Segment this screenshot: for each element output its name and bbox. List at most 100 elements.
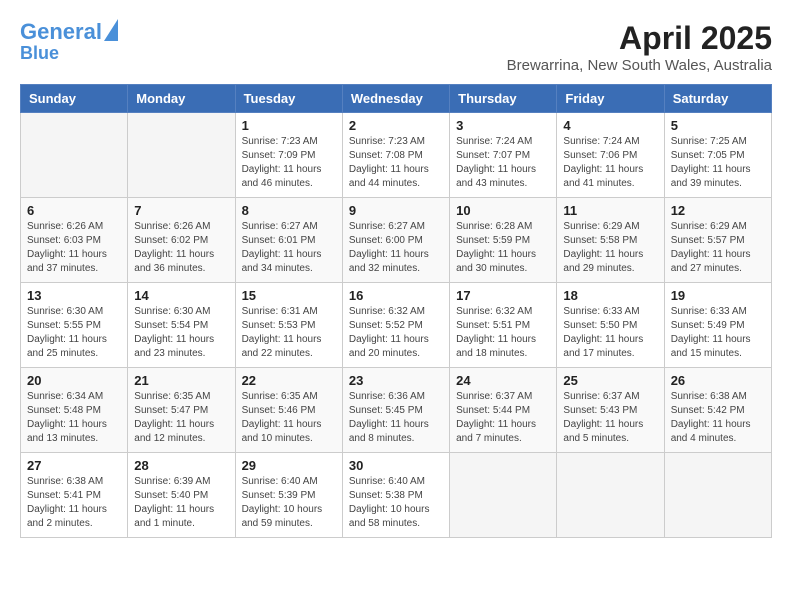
day-number: 29 <box>242 458 336 473</box>
col-friday: Friday <box>557 85 664 113</box>
day-info: Sunrise: 6:27 AM Sunset: 6:00 PM Dayligh… <box>349 220 443 276</box>
day-info: Sunrise: 6:30 AM Sunset: 5:54 PM Dayligh… <box>134 305 228 361</box>
day-info: Sunrise: 6:37 AM Sunset: 5:44 PM Dayligh… <box>456 390 550 446</box>
day-info: Sunrise: 7:23 AM Sunset: 7:08 PM Dayligh… <box>349 135 443 191</box>
day-number: 19 <box>671 288 765 303</box>
calendar-cell-w3-d4: 17Sunrise: 6:32 AM Sunset: 5:51 PM Dayli… <box>450 283 557 368</box>
calendar-cell-w1-d2: 1 Sunrise: 7:23 AM Sunset: 7:09 PM Daylig… <box>235 113 342 198</box>
day-info: Sunrise: 6:40 AM Sunset: 5:39 PM Dayligh… <box>242 475 336 531</box>
logo-general: General <box>20 19 102 44</box>
col-tuesday: Tuesday <box>235 85 342 113</box>
day-number: 1 <box>242 118 336 133</box>
calendar-cell-w5-d3: 30Sunrise: 6:40 AM Sunset: 5:38 PM Dayli… <box>342 453 449 538</box>
title-block: April 2025 Brewarrina, New South Wales, … <box>507 20 772 74</box>
week-row-2: 6 Sunrise: 6:26 AM Sunset: 6:03 PM Daylig… <box>21 198 772 283</box>
logo-text: General <box>20 20 102 44</box>
day-info: Sunrise: 6:37 AM Sunset: 5:43 PM Dayligh… <box>563 390 657 446</box>
day-info: Sunrise: 6:33 AM Sunset: 5:50 PM Dayligh… <box>563 305 657 361</box>
week-row-1: 1 Sunrise: 7:23 AM Sunset: 7:09 PM Daylig… <box>21 113 772 198</box>
calendar-cell-w4-d4: 24 Sunrise: 6:37 AM Sunset: 5:44 PM Dayli… <box>450 368 557 453</box>
day-info: Sunrise: 6:35 AM Sunset: 5:47 PM Dayligh… <box>134 390 228 446</box>
calendar-cell-w3-d3: 16 Sunrise: 6:32 AM Sunset: 5:52 PM Dayli… <box>342 283 449 368</box>
col-wednesday: Wednesday <box>342 85 449 113</box>
day-number: 25 <box>563 373 657 388</box>
calendar-cell-w2-d2: 8Sunrise: 6:27 AM Sunset: 6:01 PM Daylig… <box>235 198 342 283</box>
day-info: Sunrise: 6:32 AM Sunset: 5:51 PM Dayligh… <box>456 305 550 361</box>
logo-icon <box>104 19 118 41</box>
day-number: 16 <box>349 288 443 303</box>
day-info: Sunrise: 6:39 AM Sunset: 5:40 PM Dayligh… <box>134 475 228 531</box>
day-number: 28 <box>134 458 228 473</box>
day-info: Sunrise: 6:33 AM Sunset: 5:49 PM Dayligh… <box>671 305 765 361</box>
logo: General Blue <box>20 20 118 64</box>
day-number: 6 <box>27 203 121 218</box>
day-info: Sunrise: 6:31 AM Sunset: 5:53 PM Dayligh… <box>242 305 336 361</box>
day-info: Sunrise: 6:38 AM Sunset: 5:42 PM Dayligh… <box>671 390 765 446</box>
calendar-cell-w4-d6: 26Sunrise: 6:38 AM Sunset: 5:42 PM Dayli… <box>664 368 771 453</box>
day-info: Sunrise: 6:34 AM Sunset: 5:48 PM Dayligh… <box>27 390 121 446</box>
calendar-cell-w4-d5: 25 Sunrise: 6:37 AM Sunset: 5:43 PM Dayli… <box>557 368 664 453</box>
day-info: Sunrise: 6:40 AM Sunset: 5:38 PM Dayligh… <box>349 475 443 531</box>
day-number: 13 <box>27 288 121 303</box>
calendar-cell-w1-d0 <box>21 113 128 198</box>
day-number: 18 <box>563 288 657 303</box>
calendar-cell-w4-d0: 20Sunrise: 6:34 AM Sunset: 5:48 PM Dayli… <box>21 368 128 453</box>
day-info: Sunrise: 7:25 AM Sunset: 7:05 PM Dayligh… <box>671 135 765 191</box>
week-row-5: 27 Sunrise: 6:38 AM Sunset: 5:41 PM Dayli… <box>21 453 772 538</box>
day-number: 10 <box>456 203 550 218</box>
calendar-cell-w2-d6: 12 Sunrise: 6:29 AM Sunset: 5:57 PM Dayli… <box>664 198 771 283</box>
col-sunday: Sunday <box>21 85 128 113</box>
calendar-cell-w2-d0: 6 Sunrise: 6:26 AM Sunset: 6:03 PM Daylig… <box>21 198 128 283</box>
day-number: 8 <box>242 203 336 218</box>
page-header: General Blue April 2025 Brewarrina, New … <box>20 20 772 74</box>
day-number: 11 <box>563 203 657 218</box>
calendar-cell-w3-d6: 19 Sunrise: 6:33 AM Sunset: 5:49 PM Dayli… <box>664 283 771 368</box>
calendar-header-row: Sunday Monday Tuesday Wednesday Thursday… <box>21 85 772 113</box>
calendar-cell-w2-d4: 10 Sunrise: 6:28 AM Sunset: 5:59 PM Dayli… <box>450 198 557 283</box>
day-info: Sunrise: 6:38 AM Sunset: 5:41 PM Dayligh… <box>27 475 121 531</box>
calendar-cell-w1-d1 <box>128 113 235 198</box>
day-info: Sunrise: 6:29 AM Sunset: 5:58 PM Dayligh… <box>563 220 657 276</box>
calendar-cell-w2-d5: 11 Sunrise: 6:29 AM Sunset: 5:58 PM Dayli… <box>557 198 664 283</box>
day-info: Sunrise: 6:32 AM Sunset: 5:52 PM Dayligh… <box>349 305 443 361</box>
calendar-cell-w3-d5: 18 Sunrise: 6:33 AM Sunset: 5:50 PM Dayli… <box>557 283 664 368</box>
calendar-cell-w1-d5: 4 Sunrise: 7:24 AM Sunset: 7:06 PM Daylig… <box>557 113 664 198</box>
calendar-cell-w5-d2: 29 Sunrise: 6:40 AM Sunset: 5:39 PM Dayli… <box>235 453 342 538</box>
calendar-cell-w2-d1: 7 Sunrise: 6:26 AM Sunset: 6:02 PM Daylig… <box>128 198 235 283</box>
week-row-4: 20Sunrise: 6:34 AM Sunset: 5:48 PM Dayli… <box>21 368 772 453</box>
day-number: 22 <box>242 373 336 388</box>
calendar-title: April 2025 <box>507 20 772 57</box>
day-number: 24 <box>456 373 550 388</box>
day-info: Sunrise: 6:28 AM Sunset: 5:59 PM Dayligh… <box>456 220 550 276</box>
day-info: Sunrise: 6:26 AM Sunset: 6:02 PM Dayligh… <box>134 220 228 276</box>
col-thursday: Thursday <box>450 85 557 113</box>
calendar-subtitle: Brewarrina, New South Wales, Australia <box>507 57 772 74</box>
calendar-cell-w4-d3: 23Sunrise: 6:36 AM Sunset: 5:45 PM Dayli… <box>342 368 449 453</box>
calendar-cell-w1-d6: 5 Sunrise: 7:25 AM Sunset: 7:05 PM Daylig… <box>664 113 771 198</box>
day-number: 23 <box>349 373 443 388</box>
calendar-cell-w3-d2: 15 Sunrise: 6:31 AM Sunset: 5:53 PM Dayli… <box>235 283 342 368</box>
day-number: 4 <box>563 118 657 133</box>
calendar-cell-w1-d3: 2Sunrise: 7:23 AM Sunset: 7:08 PM Daylig… <box>342 113 449 198</box>
day-info: Sunrise: 6:30 AM Sunset: 5:55 PM Dayligh… <box>27 305 121 361</box>
day-number: 14 <box>134 288 228 303</box>
day-info: Sunrise: 6:26 AM Sunset: 6:03 PM Dayligh… <box>27 220 121 276</box>
logo-blue: Blue <box>20 44 118 64</box>
calendar-cell-w5-d5 <box>557 453 664 538</box>
day-number: 12 <box>671 203 765 218</box>
calendar-cell-w5-d0: 27 Sunrise: 6:38 AM Sunset: 5:41 PM Dayli… <box>21 453 128 538</box>
day-number: 15 <box>242 288 336 303</box>
day-number: 3 <box>456 118 550 133</box>
calendar-cell-w3-d1: 14 Sunrise: 6:30 AM Sunset: 5:54 PM Dayli… <box>128 283 235 368</box>
calendar-cell-w5-d6 <box>664 453 771 538</box>
day-info: Sunrise: 7:24 AM Sunset: 7:07 PM Dayligh… <box>456 135 550 191</box>
day-number: 27 <box>27 458 121 473</box>
day-info: Sunrise: 7:23 AM Sunset: 7:09 PM Dayligh… <box>242 135 336 191</box>
col-saturday: Saturday <box>664 85 771 113</box>
day-info: Sunrise: 7:24 AM Sunset: 7:06 PM Dayligh… <box>563 135 657 191</box>
day-number: 21 <box>134 373 228 388</box>
day-info: Sunrise: 6:29 AM Sunset: 5:57 PM Dayligh… <box>671 220 765 276</box>
day-number: 5 <box>671 118 765 133</box>
day-number: 7 <box>134 203 228 218</box>
col-monday: Monday <box>128 85 235 113</box>
